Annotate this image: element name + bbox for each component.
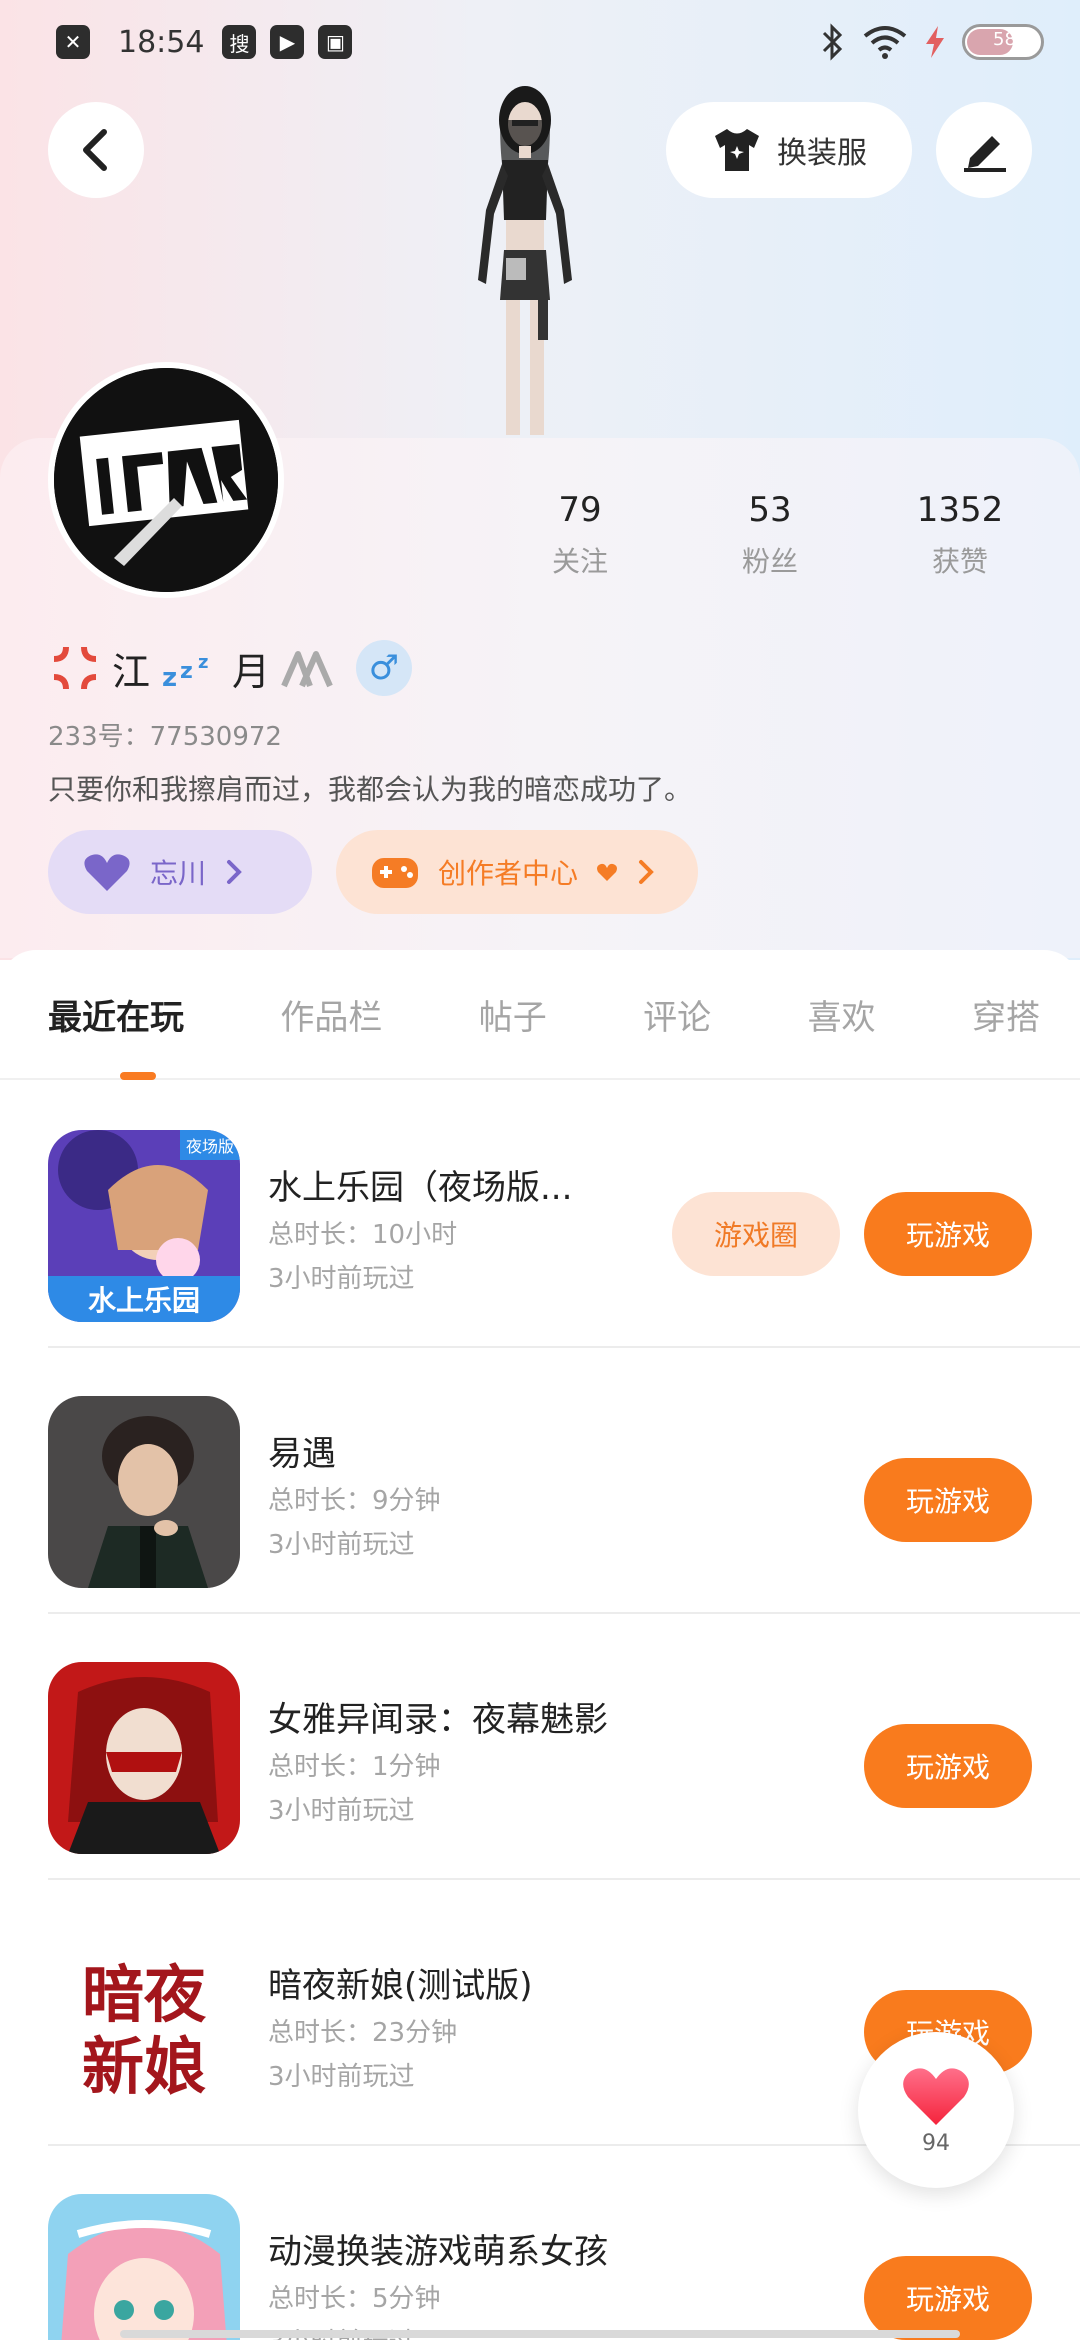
- play-game-button[interactable]: 玩游戏: [864, 1192, 1032, 1276]
- game-playtime: 总时长：9分钟: [268, 1486, 441, 1516]
- game-icon-tag: 夜场版: [186, 1137, 234, 1156]
- game-last-played: 3小时前玩过: [268, 1530, 415, 1560]
- following-label: 关注: [551, 545, 608, 578]
- gender-male-icon: ♂: [356, 640, 413, 696]
- following-count: 79: [558, 490, 602, 530]
- likes-count: 1352: [916, 490, 1004, 530]
- game-icon: 水上乐园 夜场版: [48, 1130, 240, 1322]
- status-bar: ✕ 18:54 搜 ▶ ▣ 58: [56, 20, 1044, 64]
- nickname-part-1: 江: [112, 649, 151, 694]
- status-time: 18:54: [118, 24, 205, 60]
- edit-profile-button[interactable]: [936, 102, 1032, 198]
- tab-works[interactable]: 作品栏: [280, 990, 382, 1039]
- guild-badge-button[interactable]: 忘川: [48, 830, 312, 914]
- list-item[interactable]: 水上乐园 夜场版 水上乐园（夜场版... 总时长：10小时 3小时前玩过 游戏圈…: [48, 1082, 1080, 1348]
- tab-likes[interactable]: 喜欢: [808, 990, 876, 1039]
- user-bio: 只要你和我擦肩而过，我都会认为我的暗恋成功了。: [48, 773, 693, 806]
- photo-app-icon: ▣: [318, 25, 353, 59]
- gamepad-icon: [372, 858, 418, 888]
- game-icon: 暗夜 新娘: [48, 1928, 240, 2120]
- nickname-part-2: 月: [232, 649, 271, 694]
- list-item[interactable]: 女雅异闻录：夜幕魅影 总时长：1分钟 3小时前玩过 玩游戏: [48, 1614, 1080, 1880]
- game-playtime: 总时长：5分钟: [268, 2284, 441, 2314]
- tab-bar: 最近在玩 作品栏 帖子 评论 喜欢 穿搭: [0, 950, 1080, 1080]
- tab-recently-played[interactable]: 最近在玩: [48, 990, 184, 1039]
- avatar-image: [54, 368, 278, 592]
- creator-center-button[interactable]: 创作者中心: [336, 830, 698, 914]
- likes-label: 获赞: [931, 545, 988, 578]
- game-circle-button[interactable]: 游戏圈: [672, 1192, 840, 1276]
- game-last-played: 3小时前玩过: [268, 1264, 415, 1294]
- game-icon-text: 水上乐园: [88, 1284, 200, 1317]
- play-game-button[interactable]: 玩游戏: [864, 1458, 1032, 1542]
- game-last-played: 3小时前玩过: [268, 2062, 415, 2092]
- tab-outfits[interactable]: 穿搭: [972, 990, 1040, 1039]
- chevron-right-icon: [639, 860, 654, 884]
- game-icon: [48, 2194, 240, 2340]
- play-game-button[interactable]: 玩游戏: [864, 1724, 1032, 1808]
- heart-icon: [903, 2067, 969, 2125]
- profile-stats: 79 关注 53 粉丝 1352 获赞: [500, 490, 1040, 580]
- back-arrow-icon: [83, 129, 107, 171]
- battery-indicator: 58: [962, 24, 1044, 60]
- fans-label: 粉丝: [741, 545, 798, 578]
- tab-comments[interactable]: 评论: [643, 990, 711, 1039]
- home-indicator: [120, 2330, 960, 2338]
- game-icon: [48, 1396, 240, 1588]
- search-app-icon: 搜: [222, 25, 257, 59]
- game-playtime: 总时长：10小时: [268, 1220, 458, 1250]
- game-last-played: 3小时前玩过: [268, 1796, 415, 1826]
- small-heart-icon: [597, 863, 618, 881]
- game-icon-text: 暗夜: [82, 1958, 207, 2031]
- bluetooth-icon: [822, 23, 843, 61]
- avatar-character: [478, 86, 572, 435]
- game-title: 女雅异闻录：夜幕魅影: [268, 1700, 608, 1740]
- charging-icon: [926, 26, 944, 58]
- guild-badge-label: 忘川: [150, 857, 207, 890]
- tshirt-icon: [715, 129, 759, 171]
- stat-following[interactable]: 79 关注: [500, 490, 660, 580]
- back-button[interactable]: [48, 102, 144, 198]
- stat-fans[interactable]: 53 粉丝: [690, 490, 850, 580]
- fans-count: 53: [748, 490, 792, 530]
- game-title: 暗夜新娘(测试版): [268, 1966, 533, 2006]
- game-title: 动漫换装游戏萌系女孩: [268, 2232, 608, 2272]
- tab-posts[interactable]: 帖子: [479, 990, 547, 1039]
- user-id: 233号：77530972: [48, 722, 282, 752]
- like-count: 94: [922, 2130, 950, 2156]
- nickname: 江 zzz 月 ♂: [48, 640, 413, 696]
- game-icon-text: 新娘: [82, 2030, 206, 2103]
- game-icon: [48, 1662, 240, 1854]
- sleep-zzz-icon: zzz: [162, 652, 208, 690]
- play-game-button[interactable]: 玩游戏: [864, 2256, 1032, 2340]
- game-title: 水上乐园（夜场版...: [268, 1168, 573, 1208]
- level-badge-icon: [281, 651, 333, 688]
- creator-center-label: 创作者中心: [438, 857, 579, 890]
- svg-text:z: z: [162, 663, 177, 690]
- game-title: 易遇: [268, 1434, 336, 1474]
- chevron-right-icon: [227, 860, 242, 884]
- svg-text:z: z: [198, 652, 208, 673]
- anger-emoji-icon: [53, 646, 97, 690]
- close-box-icon: ✕: [56, 25, 90, 59]
- like-profile-button[interactable]: 94: [858, 2032, 1014, 2188]
- user-avatar[interactable]: [48, 362, 284, 598]
- change-outfit-label: 换装服: [777, 136, 867, 171]
- game-playtime: 总时长：23分钟: [268, 2018, 458, 2048]
- heart-badge-icon: [84, 854, 130, 891]
- svg-text:z: z: [180, 659, 193, 684]
- wifi-icon: [863, 26, 907, 59]
- play-app-icon: ▶: [270, 25, 305, 59]
- stat-likes[interactable]: 1352 获赞: [880, 490, 1040, 580]
- list-item[interactable]: 易遇 总时长：9分钟 3小时前玩过 玩游戏: [48, 1348, 1080, 1614]
- edit-pen-icon: [964, 136, 1006, 172]
- active-tab-indicator: [120, 1072, 156, 1080]
- change-outfit-button[interactable]: 换装服: [666, 102, 912, 198]
- game-playtime: 总时长：1分钟: [268, 1752, 441, 1782]
